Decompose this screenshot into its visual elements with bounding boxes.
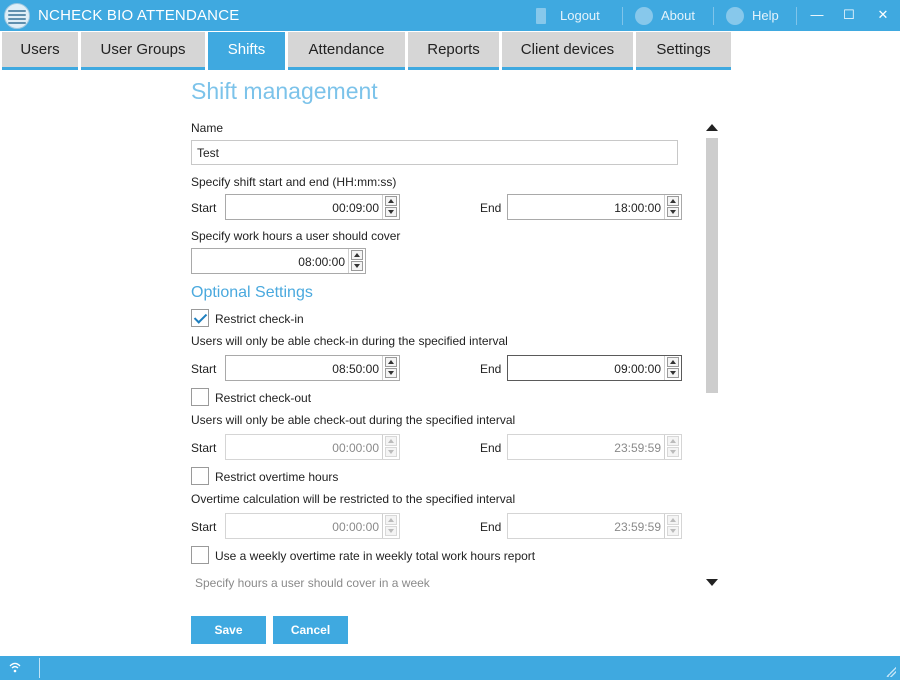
page-title: Shift management	[191, 78, 378, 104]
close-button[interactable]: ✕	[872, 5, 894, 25]
minimize-button[interactable]: —	[806, 5, 828, 25]
restrict-overtime-description: Overtime calculation will be restricted …	[191, 492, 516, 506]
increment-arrow-icon[interactable]	[667, 196, 679, 206]
restrict-overtime-checkbox[interactable]	[191, 467, 209, 485]
status-divider	[39, 658, 40, 678]
about-button[interactable]: About	[635, 0, 695, 31]
increment-arrow-icon[interactable]	[351, 250, 363, 260]
wifi-icon	[9, 662, 21, 673]
start-label: Start	[191, 520, 217, 534]
work-hours-label: Specify work hours a user should cover	[191, 229, 401, 243]
start-label: Start	[191, 362, 217, 376]
increment-arrow-icon[interactable]	[385, 515, 397, 525]
optional-settings-heading: Optional Settings	[191, 284, 313, 301]
end-label: End	[480, 362, 502, 376]
overtime-end-value: 23:59:59	[614, 520, 661, 534]
decrement-arrow-icon[interactable]	[667, 207, 679, 217]
help-label: Help	[752, 8, 779, 23]
name-input[interactable]: Test	[191, 140, 678, 165]
end-label: End	[480, 201, 502, 215]
checkin-end-value: 09:00:00	[614, 362, 661, 376]
weekly-hours-description: Specify hours a user should cover in a w…	[195, 576, 430, 590]
info-icon	[635, 6, 653, 25]
end-label: End	[480, 520, 502, 534]
decrement-arrow-icon[interactable]	[351, 261, 363, 271]
start-label: Start	[191, 441, 217, 455]
cancel-button[interactable]: Cancel	[273, 616, 348, 644]
tab-reports[interactable]: Reports	[408, 32, 499, 70]
decrement-arrow-icon[interactable]	[385, 368, 397, 378]
overtime-start-stepper[interactable]: 00:00:00	[225, 513, 400, 539]
tab-user-groups[interactable]: User Groups	[81, 32, 205, 70]
shift-start-stepper[interactable]: 00:09:00	[225, 194, 400, 220]
work-hours-stepper[interactable]: 08:00:00	[191, 248, 366, 274]
shift-end-value: 18:00:00	[614, 201, 661, 215]
checkin-start-value: 08:50:00	[332, 362, 379, 376]
checkout-start-value: 00:00:00	[332, 441, 379, 455]
help-icon	[726, 6, 744, 25]
restrict-checkin-description: Users will only be able check-in during …	[191, 334, 508, 348]
weekly-overtime-label: Use a weekly overtime rate in weekly tot…	[215, 549, 536, 563]
name-label: Name	[191, 121, 224, 135]
checkout-end-stepper[interactable]: 23:59:59	[507, 434, 682, 460]
restrict-checkout-checkbox[interactable]	[191, 388, 209, 406]
save-button[interactable]: Save	[191, 616, 266, 644]
app-title: NCHECK BIO ATTENDANCE	[38, 7, 240, 24]
increment-arrow-icon[interactable]	[667, 515, 679, 525]
checkout-end-value: 23:59:59	[614, 441, 661, 455]
work-hours-value: 08:00:00	[298, 255, 345, 269]
resize-grip-icon[interactable]	[886, 667, 896, 677]
start-label: Start	[191, 201, 217, 215]
status-bar	[0, 656, 900, 680]
titlebar-divider	[622, 7, 623, 25]
decrement-arrow-icon[interactable]	[667, 368, 679, 378]
checkin-end-stepper[interactable]: 09:00:00	[507, 355, 682, 381]
logout-button[interactable]: Logout	[536, 0, 600, 31]
decrement-arrow-icon[interactable]	[385, 526, 397, 536]
shift-end-stepper[interactable]: 18:00:00	[507, 194, 682, 220]
weekly-overtime-checkbox[interactable]	[191, 546, 209, 564]
decrement-arrow-icon[interactable]	[385, 207, 397, 217]
end-label: End	[480, 441, 502, 455]
restrict-checkin-checkbox[interactable]	[191, 309, 209, 327]
increment-arrow-icon[interactable]	[385, 196, 397, 206]
logout-icon	[536, 7, 546, 24]
tab-client-devices[interactable]: Client devices	[502, 32, 633, 70]
title-bar: NCHECK BIO ATTENDANCE Logout About Help …	[0, 0, 900, 31]
decrement-arrow-icon[interactable]	[385, 447, 397, 457]
overtime-end-stepper[interactable]: 23:59:59	[507, 513, 682, 539]
decrement-arrow-icon[interactable]	[667, 526, 679, 536]
shift-start-value: 00:09:00	[332, 201, 379, 215]
increment-arrow-icon[interactable]	[667, 357, 679, 367]
restrict-checkout-label: Restrict check-out	[215, 391, 312, 405]
titlebar-divider	[796, 7, 797, 25]
help-button[interactable]: Help	[726, 0, 779, 31]
tab-settings[interactable]: Settings	[636, 32, 731, 70]
restrict-checkout-description: Users will only be able check-out during…	[191, 413, 516, 427]
tab-shifts[interactable]: Shifts	[208, 32, 285, 70]
scrollbar-thumb[interactable]	[706, 138, 718, 393]
checkout-start-stepper[interactable]: 00:00:00	[225, 434, 400, 460]
restrict-overtime-label: Restrict overtime hours	[215, 470, 339, 484]
maximize-button[interactable]: ☐	[838, 5, 860, 25]
main-tabs: Users User Groups Shifts Attendance Repo…	[0, 31, 900, 70]
increment-arrow-icon[interactable]	[385, 436, 397, 446]
about-label: About	[661, 8, 695, 23]
tab-attendance[interactable]: Attendance	[288, 32, 405, 70]
scroll-down-arrow-icon[interactable]	[706, 579, 718, 586]
scroll-up-arrow-icon[interactable]	[706, 124, 718, 131]
decrement-arrow-icon[interactable]	[667, 447, 679, 457]
titlebar-divider	[713, 7, 714, 25]
app-logo-icon	[4, 3, 30, 29]
increment-arrow-icon[interactable]	[667, 436, 679, 446]
checkin-start-stepper[interactable]: 08:50:00	[225, 355, 400, 381]
tab-users[interactable]: Users	[2, 32, 78, 70]
logout-label: Logout	[560, 8, 600, 23]
shift-range-label: Specify shift start and end (HH:mm:ss)	[191, 175, 397, 189]
overtime-start-value: 00:00:00	[332, 520, 379, 534]
restrict-checkin-label: Restrict check-in	[215, 312, 304, 326]
increment-arrow-icon[interactable]	[385, 357, 397, 367]
